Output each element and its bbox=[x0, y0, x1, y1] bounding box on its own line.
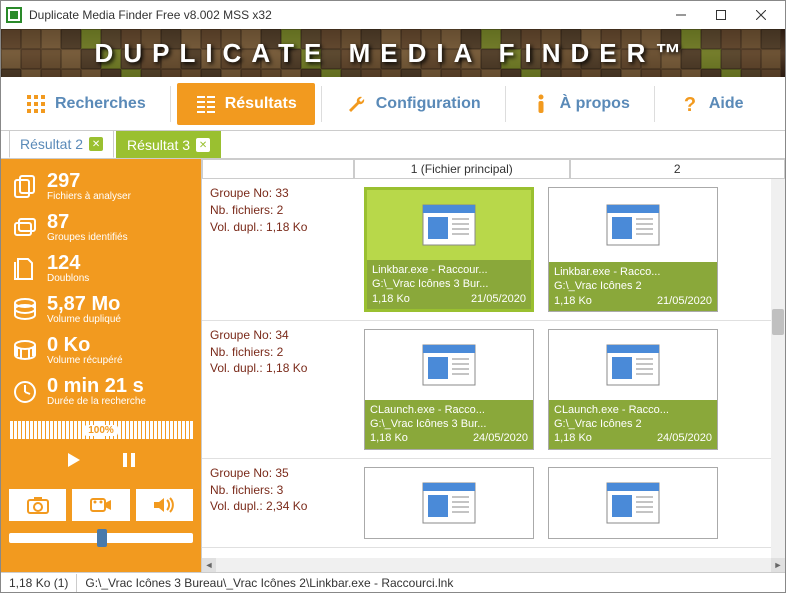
apropos-button[interactable]: À propos bbox=[512, 83, 648, 125]
maximize-button[interactable] bbox=[701, 3, 741, 27]
group-row: Groupe No: 33Nb. fichiers: 2Vol. dupl.: … bbox=[202, 179, 785, 321]
column-header-empty bbox=[202, 159, 354, 179]
banner-text: DUPLICATE MEDIA FINDER™ bbox=[95, 38, 692, 69]
separator bbox=[321, 86, 322, 122]
banner: DUPLICATE MEDIA FINDER™ bbox=[1, 29, 785, 77]
progress-bar: 100% bbox=[9, 421, 193, 439]
sound-button[interactable] bbox=[136, 489, 193, 521]
scroll-right-button[interactable]: ► bbox=[771, 558, 785, 572]
search-icon bbox=[25, 93, 47, 115]
recovered-icon bbox=[11, 337, 39, 365]
tab-resultat-3[interactable]: Résultat 3 ✕ bbox=[116, 131, 221, 158]
close-button[interactable] bbox=[741, 3, 781, 27]
column-header-2[interactable]: 2 bbox=[570, 159, 786, 179]
resultats-button[interactable]: Résultats bbox=[177, 83, 315, 125]
thumbnail bbox=[365, 468, 533, 538]
thumbnail bbox=[549, 330, 717, 400]
statusbar: 1,18 Ko (1) G:\_Vrac Icônes 3 Bureau\_Vr… bbox=[1, 572, 785, 592]
status-size: 1,18 Ko (1) bbox=[1, 574, 77, 592]
info-icon bbox=[530, 93, 552, 115]
titlebar: Duplicate Media Finder Free v8.002 MSS x… bbox=[1, 1, 785, 29]
disk-icon bbox=[11, 296, 39, 324]
separator bbox=[170, 86, 171, 122]
play-button[interactable] bbox=[54, 447, 92, 473]
svg-text:?: ? bbox=[684, 94, 696, 115]
stat-groups: 87Groupes identifiés bbox=[9, 208, 193, 247]
result-cell[interactable]: CLaunch.exe - Racco...G:\_Vrac Icônes 21… bbox=[548, 329, 718, 450]
separator bbox=[654, 86, 655, 122]
recherches-button[interactable]: Recherches bbox=[7, 83, 164, 125]
clock-icon bbox=[11, 378, 39, 406]
wrench-icon bbox=[346, 93, 368, 115]
duplicates-icon bbox=[11, 255, 39, 283]
minimize-button[interactable] bbox=[661, 3, 701, 27]
item-caption: CLaunch.exe - Racco...G:\_Vrac Icônes 21… bbox=[549, 400, 717, 449]
help-icon: ? bbox=[679, 93, 701, 115]
stat-recovered: 0 KoVolume récupéré bbox=[9, 331, 193, 370]
group-info: Groupe No: 35Nb. fichiers: 3Vol. dupl.: … bbox=[202, 459, 354, 547]
item-caption: Linkbar.exe - Raccour...G:\_Vrac Icônes … bbox=[367, 260, 531, 309]
item-caption: Linkbar.exe - Racco...G:\_Vrac Icônes 21… bbox=[549, 262, 717, 311]
results-pane: 1 (Fichier principal) 2 Groupe No: 33Nb.… bbox=[201, 159, 785, 572]
size-slider[interactable] bbox=[9, 533, 193, 543]
thumbnail bbox=[367, 190, 531, 260]
item-caption: CLaunch.exe - Racco...G:\_Vrac Icônes 3 … bbox=[365, 400, 533, 449]
result-cell[interactable]: CLaunch.exe - Racco...G:\_Vrac Icônes 3 … bbox=[364, 329, 534, 450]
result-cell[interactable] bbox=[364, 467, 534, 539]
vertical-scrollbar[interactable] bbox=[771, 179, 785, 558]
result-cell[interactable]: Linkbar.exe - Racco...G:\_Vrac Icônes 21… bbox=[548, 187, 718, 312]
thumbnail bbox=[549, 188, 717, 262]
stat-duplicates: 124Doublons bbox=[9, 249, 193, 288]
close-icon[interactable]: ✕ bbox=[89, 137, 103, 151]
result-cell[interactable]: Linkbar.exe - Raccour...G:\_Vrac Icônes … bbox=[364, 187, 534, 312]
configuration-button[interactable]: Configuration bbox=[328, 83, 499, 125]
thumbnail bbox=[549, 468, 717, 538]
files-icon bbox=[11, 173, 39, 201]
tab-resultat-2[interactable]: Résultat 2 ✕ bbox=[9, 130, 114, 158]
group-info: Groupe No: 33Nb. fichiers: 2Vol. dupl.: … bbox=[202, 179, 354, 320]
stats-sidebar: 297Fichiers à analyser 87Groupes identif… bbox=[1, 159, 201, 572]
main-toolbar: Recherches Résultats Configuration À pro… bbox=[1, 77, 785, 131]
slider-thumb[interactable] bbox=[97, 529, 107, 547]
result-tabs: Résultat 2 ✕ Résultat 3 ✕ bbox=[1, 131, 785, 159]
group-info: Groupe No: 34Nb. fichiers: 2Vol. dupl.: … bbox=[202, 321, 354, 458]
aide-button[interactable]: ? Aide bbox=[661, 83, 762, 125]
stat-dup-volume: 5,87 MoVolume dupliqué bbox=[9, 290, 193, 329]
separator bbox=[505, 86, 506, 122]
status-path: G:\_Vrac Icônes 3 Bureau\_Vrac Icônes 2\… bbox=[77, 574, 785, 592]
result-cell[interactable] bbox=[548, 467, 718, 539]
app-icon bbox=[5, 6, 23, 24]
stat-files: 297Fichiers à analyser bbox=[9, 167, 193, 206]
stat-duration: 0 min 21 sDurée de la recherche bbox=[9, 372, 193, 411]
video-button[interactable] bbox=[72, 489, 129, 521]
results-icon bbox=[195, 93, 217, 115]
group-row: Groupe No: 34Nb. fichiers: 2Vol. dupl.: … bbox=[202, 321, 785, 459]
groups-icon bbox=[11, 214, 39, 242]
column-header-1[interactable]: 1 (Fichier principal) bbox=[354, 159, 570, 179]
camera-button[interactable] bbox=[9, 489, 66, 521]
group-row: Groupe No: 35Nb. fichiers: 3Vol. dupl.: … bbox=[202, 459, 785, 548]
scroll-left-button[interactable]: ◄ bbox=[202, 558, 216, 572]
window-title: Duplicate Media Finder Free v8.002 MSS x… bbox=[29, 8, 661, 22]
pause-button[interactable] bbox=[110, 447, 148, 473]
close-icon[interactable]: ✕ bbox=[196, 138, 210, 152]
thumbnail bbox=[365, 330, 533, 400]
horizontal-scrollbar[interactable]: ◄ ► bbox=[202, 558, 785, 572]
